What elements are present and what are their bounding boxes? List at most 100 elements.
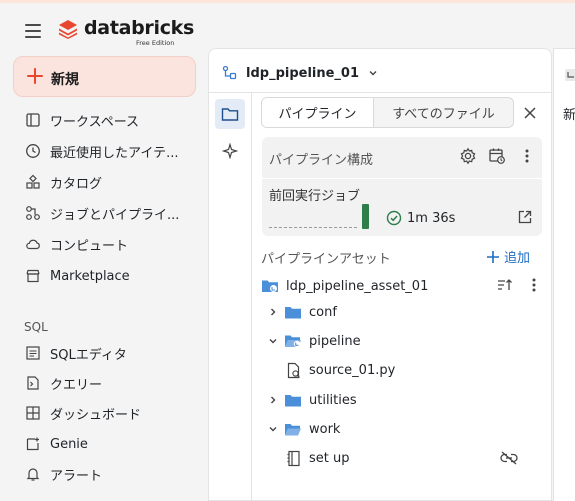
brand-edition: Free Edition [136, 39, 175, 47]
sidebar-item-label: Genie [50, 436, 88, 452]
pipeline-icon [565, 69, 575, 81]
external-link-icon[interactable] [517, 209, 533, 225]
cloud-icon [24, 235, 42, 253]
sparkle-icon [222, 143, 238, 159]
sidebar-item-queries[interactable]: クエリー [24, 372, 102, 394]
pipeline-name: ldp_pipeline_01 [246, 65, 360, 81]
sql-editor-icon [24, 344, 42, 362]
sidebar-item-catalog[interactable]: カタログ [24, 171, 102, 193]
tree-item-label: pipeline [309, 333, 361, 349]
plus-icon [487, 250, 499, 263]
dashboard-icon [24, 404, 42, 422]
assets-header: パイプラインアセット [261, 252, 391, 267]
tree-item-label: utilities [309, 392, 357, 408]
last-run-status[interactable]: 1m 36s [386, 210, 455, 226]
add-asset-button[interactable]: 追加 [486, 247, 530, 266]
sidebar-item-dashboards[interactable]: ダッシュボード [24, 402, 141, 424]
sidebar-item-label: 最近使用したアイテ... [50, 145, 179, 161]
sidebar-item-jobs-pipelines[interactable]: ジョブとパイプライ... [24, 202, 179, 224]
catalog-icon [24, 173, 42, 191]
pipeline-folder-open-icon [285, 335, 301, 348]
panel-tabs: パイプライン すべてのファイル [261, 97, 514, 128]
gear-icon[interactable] [459, 147, 477, 165]
editor-side-rail [209, 93, 252, 501]
new-button[interactable]: 新規 [13, 56, 196, 97]
brand-name: databricks [84, 17, 195, 39]
tree-item-conf[interactable]: conf [284, 302, 337, 322]
sidebar-item-label: ダッシュボード [50, 407, 142, 423]
jobs-pipelines-icon [24, 204, 42, 222]
sidebar-item-sql-editor[interactable]: SQLエディタ [24, 342, 127, 364]
sidebar-item-marketplace[interactable]: Marketplace [24, 265, 130, 287]
chevron-down-icon[interactable] [268, 424, 278, 434]
tree-item-label: conf [309, 304, 337, 320]
unlink-icon[interactable] [499, 450, 519, 466]
sort-icon[interactable] [496, 277, 514, 293]
pipeline-title-dropdown[interactable]: ldp_pipeline_01 [222, 63, 378, 83]
sidebar-item-label: Marketplace [50, 268, 130, 284]
last-run-label: 前回実行ジョブ [269, 189, 361, 204]
close-icon[interactable] [523, 106, 537, 120]
plus-icon [27, 68, 43, 84]
tree-item-pipeline[interactable]: pipeline [284, 331, 361, 351]
genie-icon [24, 435, 42, 453]
pipeline-icon [222, 65, 237, 80]
run-duration: 1m 36s [407, 210, 456, 226]
right-panel-text: 新 [563, 108, 575, 123]
sidebar-item-workspace[interactable]: ワークスペース [24, 109, 139, 131]
menu-icon[interactable] [25, 24, 41, 38]
sidebar-item-recents[interactable]: 最近使用したアイテ... [24, 140, 179, 162]
sidebar-item-label: カタログ [50, 176, 103, 192]
databricks-logo-icon [59, 20, 77, 39]
left-sidebar: databricks Free Edition 新規 ワークスペース 最近使用し… [0, 3, 208, 501]
bell-icon [24, 465, 42, 483]
files-rail-button[interactable] [215, 99, 245, 129]
tree-item-source-file[interactable]: source_01.py [286, 360, 395, 380]
marketplace-icon [24, 267, 42, 285]
config-divider [262, 178, 542, 179]
editor-panel-right: 新 [553, 48, 575, 501]
config-title: パイプライン構成 [269, 153, 374, 168]
asset-root-folder[interactable]: ldp_pipeline_asset_01 [261, 276, 428, 296]
tree-item-setup-notebook[interactable]: set up [286, 448, 350, 468]
sidebar-item-compute[interactable]: コンピュート [24, 233, 128, 255]
query-icon [24, 374, 42, 392]
sidebar-item-label: ジョブとパイプライ... [50, 207, 180, 223]
run-history-bar[interactable] [362, 204, 369, 229]
tree-item-work[interactable]: work [284, 419, 340, 439]
clock-icon [24, 142, 42, 160]
sidebar-item-alerts[interactable]: アラート [24, 463, 102, 485]
tree-item-utilities[interactable]: utilities [284, 390, 357, 410]
workspace-icon [24, 111, 42, 129]
chevron-right-icon[interactable] [268, 307, 278, 317]
run-history-placeholder [269, 227, 357, 228]
sidebar-item-label: クエリー [50, 377, 103, 393]
sidebar-item-genie[interactable]: Genie [24, 433, 88, 455]
pipeline-folder-icon [262, 280, 278, 292]
chevron-right-icon[interactable] [268, 395, 278, 405]
sidebar-item-label: SQLエディタ [50, 347, 127, 363]
tab-pipeline[interactable]: パイプライン [262, 98, 374, 127]
asset-root-label: ldp_pipeline_asset_01 [286, 278, 429, 294]
folder-icon [285, 394, 301, 406]
more-vertical-icon[interactable] [527, 277, 541, 293]
header-divider [209, 92, 552, 93]
new-button-label: 新規 [51, 72, 79, 88]
python-file-icon [287, 362, 300, 378]
tree-item-label: source_01.py [309, 362, 396, 378]
chevron-down-icon [369, 71, 377, 76]
sidebar-item-label: アラート [50, 468, 103, 484]
more-vertical-icon[interactable] [520, 147, 534, 165]
tab-label: パイプライン [278, 107, 357, 122]
assistant-rail-button[interactable] [215, 136, 245, 166]
tab-all-files[interactable]: すべてのファイル [374, 98, 513, 127]
notebook-icon [287, 450, 300, 466]
sidebar-item-label: ワークスペース [50, 114, 140, 130]
chevron-down-icon[interactable] [268, 336, 278, 346]
folder-icon [285, 306, 301, 318]
sql-section-label: SQL [24, 320, 48, 334]
folder-icon [221, 108, 239, 121]
schedule-icon[interactable] [488, 147, 506, 165]
tree-item-label: work [309, 421, 341, 437]
check-circle-icon [386, 210, 402, 226]
